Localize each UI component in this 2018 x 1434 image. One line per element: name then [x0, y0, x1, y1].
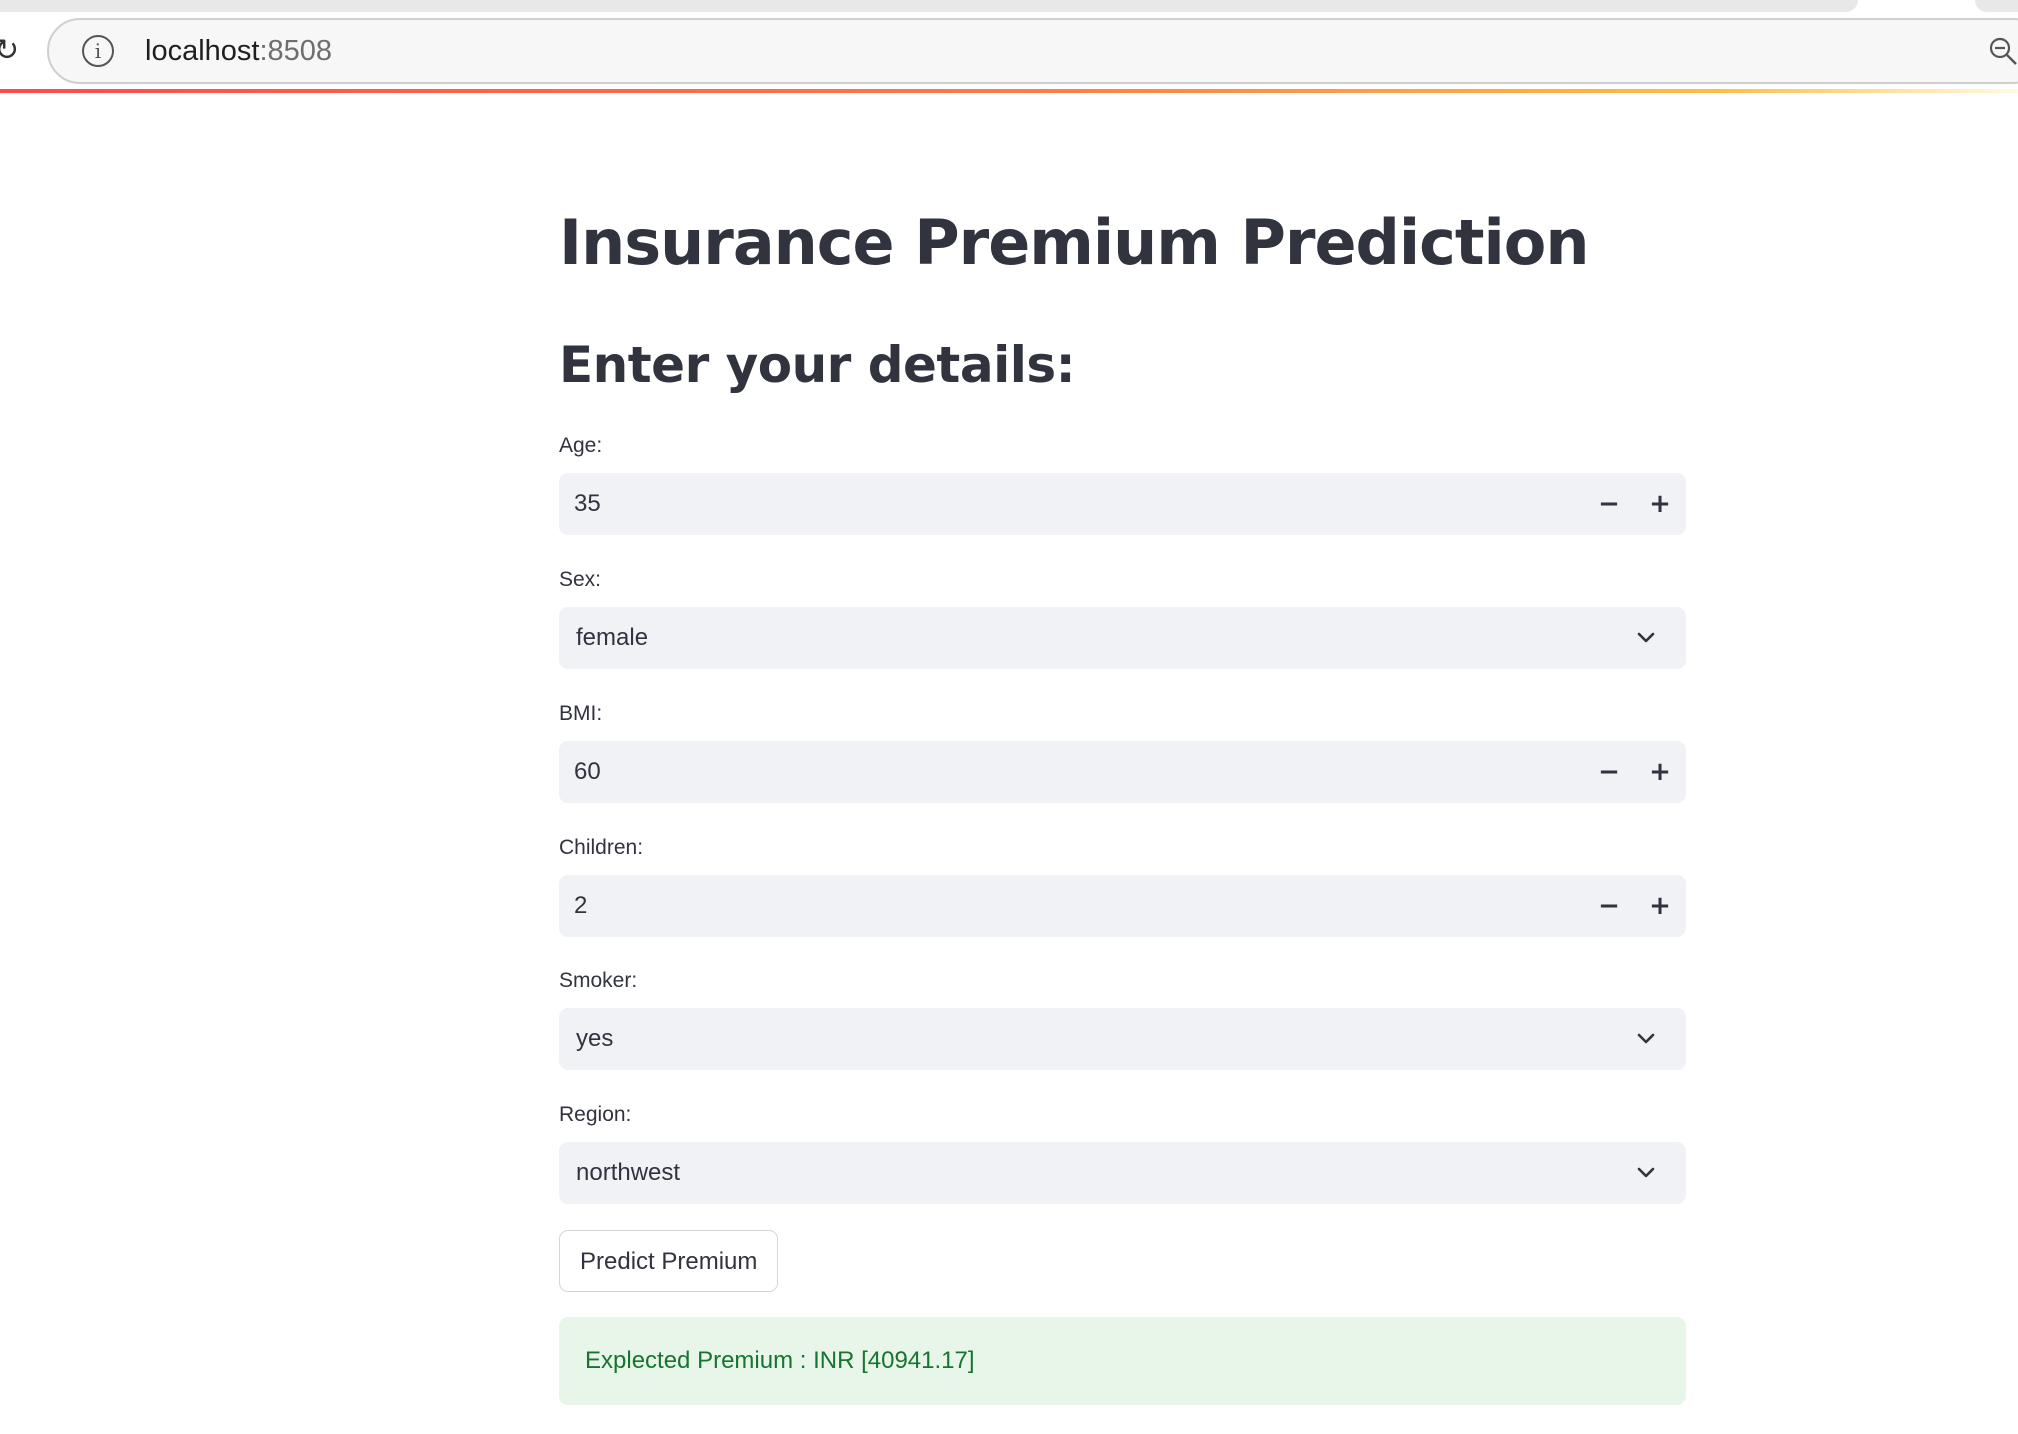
page-title: Insurance Premium Prediction [559, 206, 1590, 279]
region-select[interactable]: northwest [559, 1142, 1686, 1204]
age-input[interactable]: 35 − + [559, 473, 1686, 535]
tab-strip [0, 0, 1858, 12]
bmi-decrement-button[interactable]: − [1583, 741, 1635, 803]
info-icon[interactable]: i [82, 35, 114, 67]
smoker-select[interactable]: yes [559, 1008, 1686, 1070]
chevron-down-icon[interactable] [1636, 628, 1656, 648]
age-label: Age: [559, 434, 603, 457]
children-value[interactable]: 2 [574, 875, 587, 937]
result-text: Explected Premium : INR [40941.17] [585, 1347, 975, 1374]
url-host: localhost [145, 35, 260, 67]
bmi-increment-button[interactable]: + [1634, 741, 1686, 803]
sex-field: Sex: female [559, 566, 1686, 669]
url-text[interactable]: localhost:8508 [145, 33, 332, 69]
bmi-field: BMI: 60 − + [559, 700, 1686, 803]
age-value[interactable]: 35 [574, 473, 601, 535]
children-label: Children: [559, 836, 644, 859]
children-field: Children: 2 − + [559, 834, 1686, 937]
bmi-value[interactable]: 60 [574, 741, 601, 803]
sex-label: Sex: [559, 568, 602, 591]
children-input[interactable]: 2 − + [559, 875, 1686, 937]
bmi-input[interactable]: 60 − + [559, 741, 1686, 803]
zoom-out-icon[interactable] [1988, 36, 2018, 66]
smoker-field: Smoker: yes [559, 967, 1686, 1070]
age-increment-button[interactable]: + [1634, 473, 1686, 535]
age-field: Age: 35 − + [559, 432, 1686, 535]
predict-premium-button[interactable]: Predict Premium [559, 1230, 779, 1292]
section-title: Enter your details: [559, 336, 1076, 394]
sex-selected-value: female [576, 624, 649, 651]
smoker-selected-value: yes [576, 1025, 614, 1052]
region-label: Region: [559, 1103, 632, 1126]
sex-select[interactable]: female [559, 607, 1686, 669]
bmi-label: BMI: [559, 702, 603, 725]
chevron-down-icon[interactable] [1636, 1029, 1656, 1049]
children-increment-button[interactable]: + [1634, 875, 1686, 937]
browser-chrome: ↻ i localhost:8508 [0, 0, 2018, 93]
tab-strip-right [1975, 0, 2018, 12]
age-decrement-button[interactable]: − [1583, 473, 1635, 535]
url-port: :8508 [259, 35, 333, 67]
region-field: Region: northwest [559, 1101, 1686, 1204]
address-bar[interactable] [47, 18, 2018, 84]
header-decoration-bar [0, 89, 2018, 93]
children-decrement-button[interactable]: − [1583, 875, 1635, 937]
region-selected-value: northwest [576, 1159, 681, 1186]
reload-icon[interactable]: ↻ [0, 36, 19, 66]
result-success-alert: Explected Premium : INR [40941.17] [559, 1317, 1686, 1405]
chevron-down-icon[interactable] [1636, 1163, 1656, 1183]
smoker-label: Smoker: [559, 969, 638, 992]
